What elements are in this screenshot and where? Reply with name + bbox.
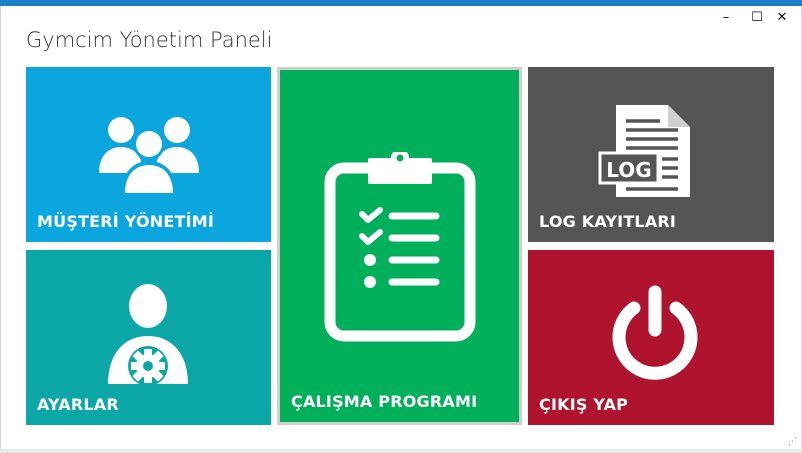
tile-cikis-yap[interactable]: ÇIKIŞ YAP — [528, 250, 774, 425]
clipboard-checklist-icon — [324, 152, 476, 342]
tile-label: AYARLAR — [37, 395, 119, 414]
bottom-strip — [0, 449, 802, 453]
tile-musteri-yonetimi[interactable]: MÜŞTERİ YÖNETİMİ — [26, 67, 271, 242]
tile-label: LOG KAYITLARI — [539, 212, 677, 231]
users-icon — [99, 117, 199, 195]
user-settings-icon — [108, 284, 188, 386]
tile-calisma-programi[interactable]: ÇALIŞMA PROGRAMI — [277, 67, 522, 425]
tile-label: MÜŞTERİ YÖNETİMİ — [37, 212, 215, 231]
resize-grip-icon[interactable]: ⋰ — [788, 438, 798, 447]
window-title: Gymcim Yönetim Paneli — [26, 28, 273, 52]
minimize-button[interactable]: – — [718, 10, 734, 25]
tile-label: ÇIKIŞ YAP — [539, 395, 629, 414]
log-icon-text: LOG — [606, 158, 651, 182]
maximize-button[interactable]: ☐ — [749, 10, 765, 25]
power-icon — [612, 285, 698, 380]
tile-log-kayitlari[interactable]: LOG LOG KAYITLARI — [528, 67, 774, 242]
tile-label: ÇALIŞMA PROGRAMI — [291, 392, 478, 411]
close-button[interactable]: ✕ — [774, 10, 790, 25]
log-document-icon: LOG — [598, 105, 690, 197]
tile-ayarlar[interactable]: AYARLAR — [26, 250, 271, 425]
